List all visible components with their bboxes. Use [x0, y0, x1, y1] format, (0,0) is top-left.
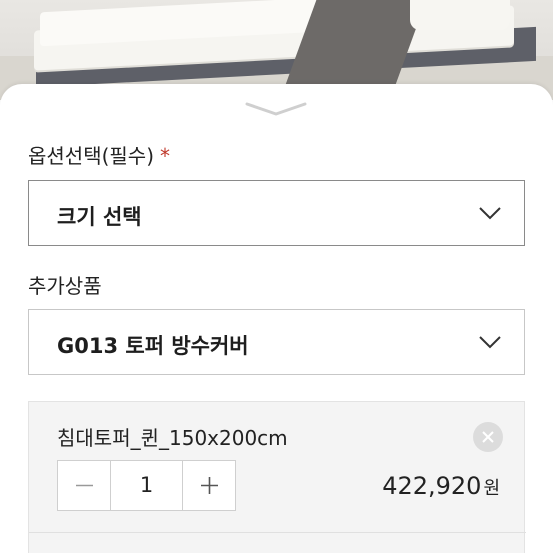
chevron-down-icon	[479, 207, 501, 220]
addon-label: 추가상품	[28, 274, 102, 298]
remove-item-button[interactable]	[473, 422, 503, 452]
chevron-down-icon	[479, 336, 501, 349]
selected-item-name: 침대토퍼_퀸_150x200cm	[57, 426, 288, 450]
increase-quantity-button[interactable]	[182, 461, 235, 510]
size-select-dropdown[interactable]: 크기 선택	[28, 180, 525, 246]
pillow	[410, 0, 510, 30]
plus-icon	[201, 477, 218, 494]
addon-select-value: G013 토퍼 방수커버	[57, 334, 249, 358]
sheet-collapse-handle-icon[interactable]	[245, 100, 307, 118]
option-label: 옵션선택(필수) *	[28, 140, 170, 169]
addon-select-dropdown[interactable]: G013 토퍼 방수커버	[28, 309, 525, 375]
item-price-amount: 422,920	[382, 472, 482, 500]
quantity-value[interactable]: 1	[111, 461, 182, 510]
item-price: 422,920 원	[382, 472, 500, 500]
divider	[29, 532, 526, 533]
quantity-stepper: 1	[57, 460, 236, 511]
minus-icon	[76, 484, 93, 487]
currency-unit: 원	[483, 478, 500, 499]
option-label-text: 옵션선택(필수)	[28, 144, 155, 168]
required-asterisk: *	[160, 144, 171, 168]
selected-item-card: 침대토퍼_퀸_150x200cm 1 422,920 원	[28, 401, 526, 553]
size-select-value: 크기 선택	[57, 205, 142, 229]
decrease-quantity-button[interactable]	[58, 461, 111, 510]
close-icon	[482, 431, 494, 443]
